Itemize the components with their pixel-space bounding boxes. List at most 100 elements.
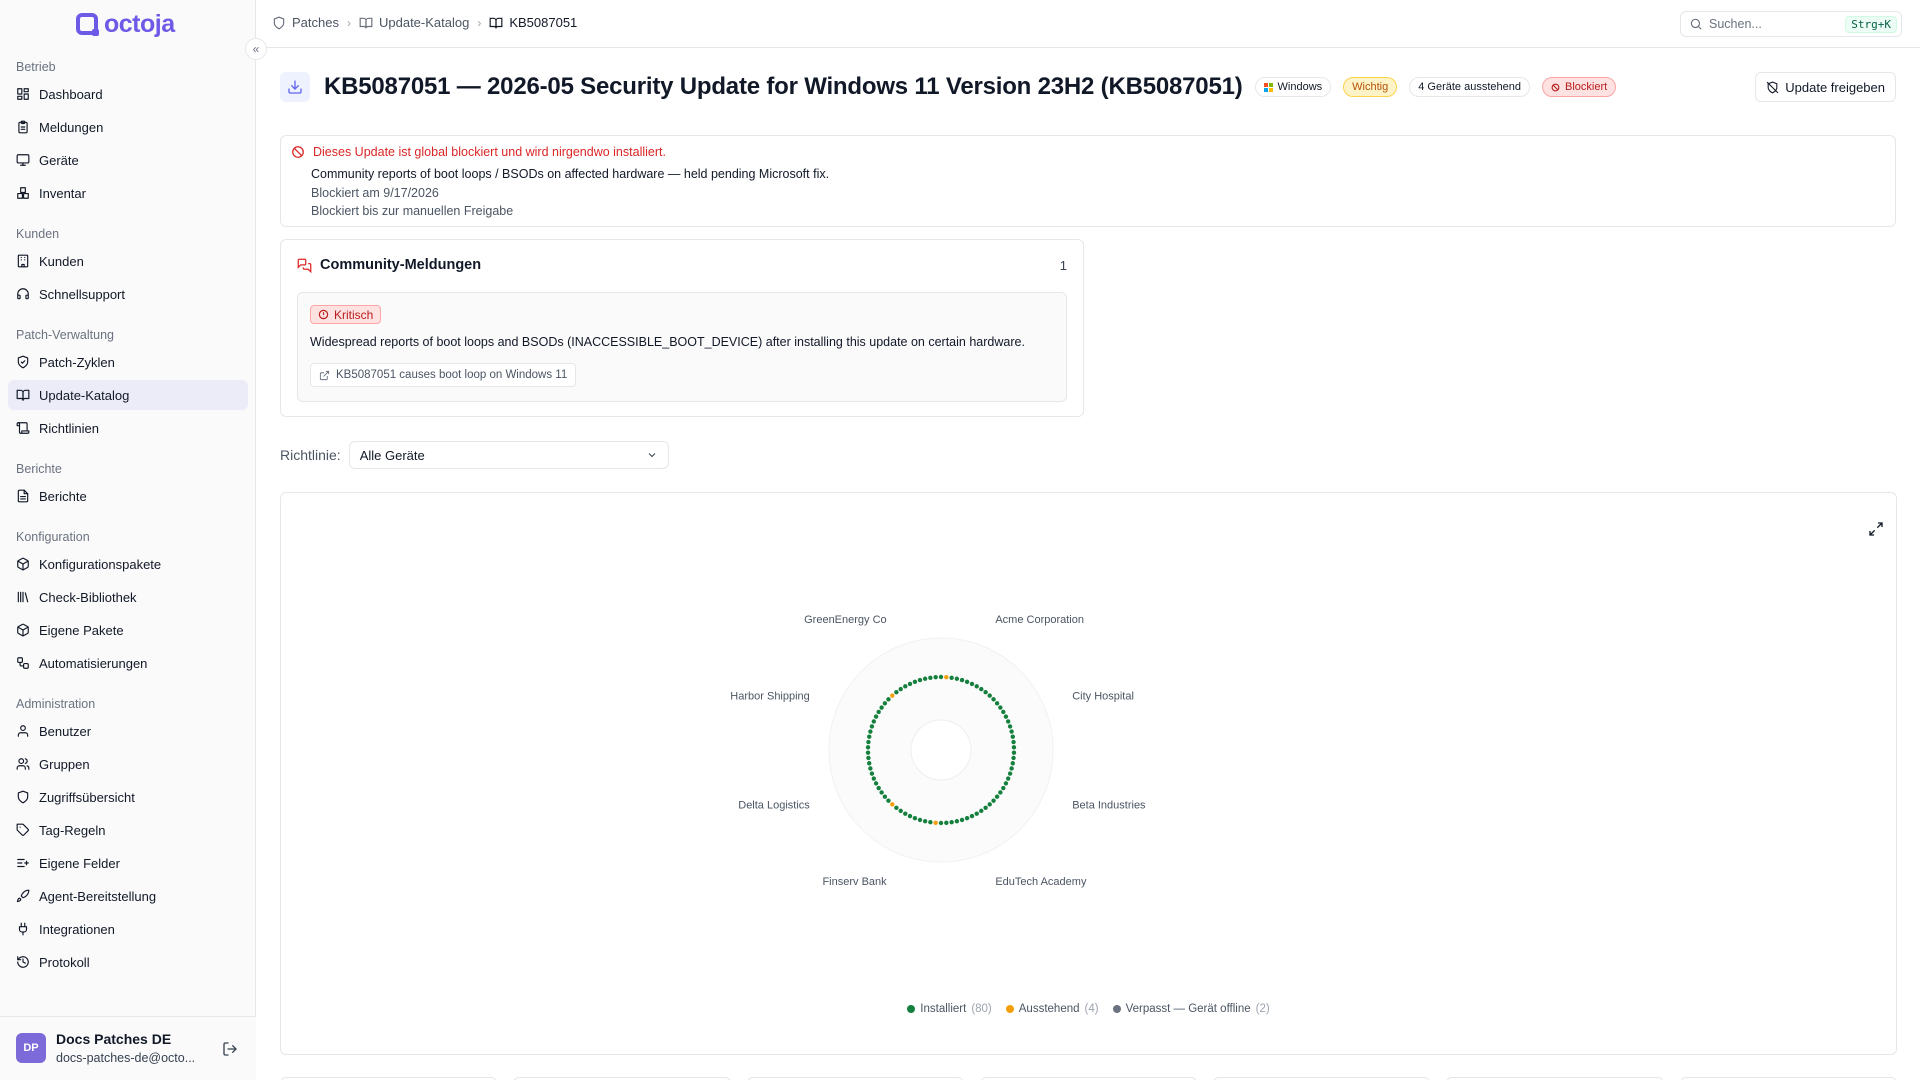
- release-update-button[interactable]: Update freigeben: [1755, 72, 1896, 102]
- device-dot-installed[interactable]: [886, 798, 891, 803]
- device-dot-installed[interactable]: [882, 794, 888, 799]
- device-dot-installed[interactable]: [964, 679, 970, 685]
- device-dot-installed[interactable]: [964, 815, 970, 821]
- sidebar-item-gruppen[interactable]: Gruppen: [8, 749, 248, 779]
- device-dot-installed[interactable]: [928, 820, 933, 825]
- breadcrumb-patches[interactable]: Patches: [272, 15, 339, 30]
- device-dot-pending[interactable]: [890, 802, 895, 807]
- device-dot-installed[interactable]: [933, 674, 938, 680]
- device-dot-installed[interactable]: [1005, 776, 1011, 781]
- device-dot-installed[interactable]: [879, 705, 884, 710]
- device-dot-installed[interactable]: [938, 674, 944, 680]
- device-dot-installed[interactable]: [944, 820, 949, 826]
- device-dot-installed[interactable]: [1005, 719, 1011, 724]
- device-dot-installed[interactable]: [969, 813, 975, 819]
- sidebar-item-eigene-felder[interactable]: Eigene Felder: [8, 848, 248, 878]
- device-dot-installed[interactable]: [1011, 750, 1017, 755]
- legend-item[interactable]: Verpasst — Gerät offline (2): [1112, 1003, 1270, 1015]
- device-dot-installed[interactable]: [959, 817, 965, 823]
- device-dot-installed[interactable]: [983, 690, 988, 695]
- device-dot-installed[interactable]: [873, 714, 879, 719]
- sidebar-item-eigene-pakete[interactable]: Eigene Pakete: [8, 615, 248, 645]
- device-dot-installed[interactable]: [867, 734, 872, 739]
- device-dot-installed[interactable]: [866, 739, 871, 745]
- device-dot-installed[interactable]: [867, 761, 872, 766]
- device-dot-installed[interactable]: [912, 815, 918, 821]
- sidebar-item-meldungen[interactable]: Meldungen: [8, 112, 248, 142]
- sidebar-item-zugriffsuebersicht[interactable]: Zugriffsübersicht: [8, 782, 248, 812]
- device-dot-installed[interactable]: [983, 805, 988, 810]
- device-dot-installed[interactable]: [987, 693, 992, 698]
- sidebar-item-protokoll[interactable]: Protokoll: [8, 947, 248, 977]
- device-dot-installed[interactable]: [998, 705, 1003, 710]
- sidebar-item-berichte[interactable]: Berichte: [8, 481, 248, 511]
- device-dot-installed[interactable]: [882, 701, 888, 706]
- device-dot-installed[interactable]: [954, 676, 960, 681]
- device-dot-installed[interactable]: [917, 817, 923, 823]
- device-dot-installed[interactable]: [1011, 755, 1016, 761]
- device-dot-installed[interactable]: [928, 675, 933, 680]
- device-dot-installed[interactable]: [868, 766, 873, 771]
- report-link[interactable]: KB5087051 causes boot loop on Windows 11: [310, 363, 577, 387]
- device-dot-installed[interactable]: [938, 820, 944, 826]
- sidebar-item-richtlinien[interactable]: Richtlinien: [8, 413, 248, 443]
- device-dot-installed[interactable]: [998, 790, 1003, 795]
- device-dot-installed[interactable]: [1011, 745, 1017, 750]
- user-profile[interactable]: DP Docs Patches DE docs-patches-de@octo.…: [0, 1016, 256, 1080]
- sidebar-item-patch-zyklen[interactable]: Patch-Zyklen: [8, 347, 248, 377]
- device-dot-installed[interactable]: [991, 697, 996, 702]
- device-dot-installed[interactable]: [876, 709, 881, 715]
- device-dot-installed[interactable]: [1011, 739, 1016, 745]
- device-dot-installed[interactable]: [869, 771, 875, 776]
- device-dot-installed[interactable]: [903, 811, 908, 816]
- sidebar-item-geraete[interactable]: Geräte: [8, 145, 248, 175]
- sidebar-item-benutzer[interactable]: Benutzer: [8, 716, 248, 746]
- device-dot-installed[interactable]: [994, 794, 1000, 799]
- device-dot-installed[interactable]: [949, 820, 954, 825]
- device-dot-installed[interactable]: [873, 781, 879, 786]
- sidebar-item-inventar[interactable]: Inventar: [8, 178, 248, 208]
- device-dot-installed[interactable]: [987, 802, 992, 807]
- device-dot-installed[interactable]: [917, 677, 923, 683]
- device-dot-installed[interactable]: [922, 819, 928, 824]
- sidebar-item-dashboard[interactable]: Dashboard: [8, 79, 248, 109]
- device-dot-installed[interactable]: [1003, 781, 1009, 786]
- device-dot-installed[interactable]: [1009, 729, 1014, 734]
- device-dot-installed[interactable]: [907, 813, 913, 819]
- search-input[interactable]: Suchen... Strg+K: [1680, 11, 1902, 37]
- device-dot-installed[interactable]: [959, 677, 965, 683]
- octoja-logo[interactable]: octoja: [76, 10, 175, 38]
- device-dot-installed[interactable]: [894, 805, 899, 810]
- device-dot-installed[interactable]: [949, 675, 954, 680]
- sidebar-item-tag-regeln[interactable]: Tag-Regeln: [8, 815, 248, 845]
- device-dot-installed[interactable]: [994, 701, 1000, 706]
- collapse-sidebar-button[interactable]: «: [245, 38, 267, 60]
- device-dot-installed[interactable]: [1010, 761, 1015, 766]
- device-dot-pending[interactable]: [933, 820, 938, 826]
- device-dot-installed[interactable]: [871, 776, 877, 781]
- device-dot-installed[interactable]: [991, 798, 996, 803]
- sidebar-item-automatisierungen[interactable]: Automatisierungen: [8, 648, 248, 678]
- device-dot-installed[interactable]: [871, 719, 877, 724]
- device-dot-installed[interactable]: [886, 697, 891, 702]
- logout-icon[interactable]: [222, 1041, 238, 1057]
- sidebar-item-update-katalog[interactable]: Update-Katalog: [8, 380, 248, 410]
- device-dot-installed[interactable]: [1003, 714, 1009, 719]
- sidebar-item-integrationen[interactable]: Integrationen: [8, 914, 248, 944]
- device-dot-pending[interactable]: [944, 674, 949, 680]
- sidebar-item-check-bibliothek[interactable]: Check-Bibliothek: [8, 582, 248, 612]
- sidebar-item-agent-bereitstellung[interactable]: Agent-Bereitstellung: [8, 881, 248, 911]
- device-dot-installed[interactable]: [912, 679, 918, 685]
- device-dot-installed[interactable]: [869, 724, 875, 729]
- device-dot-installed[interactable]: [979, 808, 984, 814]
- legend-item[interactable]: Installiert (80): [907, 1003, 992, 1015]
- device-dot-installed[interactable]: [922, 676, 928, 681]
- device-dot-installed[interactable]: [898, 686, 903, 692]
- device-dot-installed[interactable]: [1007, 724, 1013, 729]
- device-dot-installed[interactable]: [865, 750, 871, 755]
- device-dot-installed[interactable]: [954, 819, 960, 824]
- device-dot-installed[interactable]: [894, 690, 899, 695]
- device-dot-installed[interactable]: [865, 745, 871, 750]
- device-dot-pending[interactable]: [890, 693, 895, 698]
- device-dot-installed[interactable]: [974, 811, 979, 816]
